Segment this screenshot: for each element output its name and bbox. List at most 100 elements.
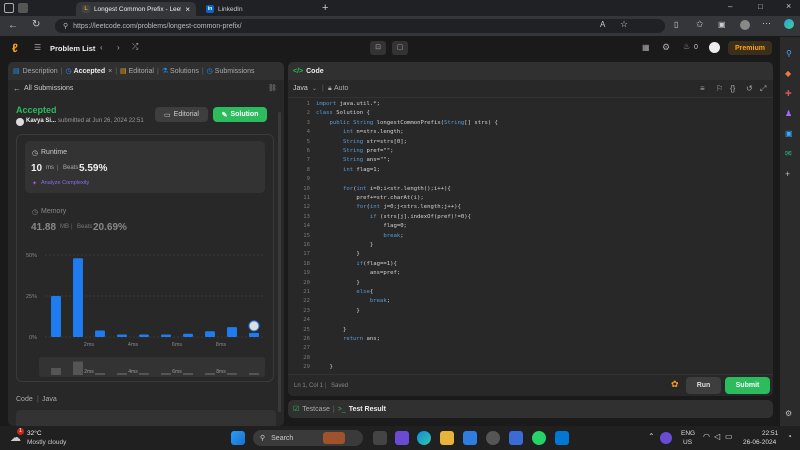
- tab-accepted[interactable]: Accepted: [74, 68, 106, 75]
- sidebar-settings-icon[interactable]: ⚙: [785, 409, 792, 418]
- fullscreen-icon[interactable]: ⤢: [760, 84, 766, 94]
- analyze-complexity-link[interactable]: Analyze Complexity: [41, 180, 89, 186]
- store-icon[interactable]: [463, 431, 477, 445]
- code-editor[interactable]: 1 import java.util.*; 2 class Solution {3 p…: [288, 100, 773, 372]
- notes-icon[interactable]: ▢: [392, 41, 408, 55]
- code-line[interactable]: 17 }: [288, 250, 773, 259]
- region-indicator[interactable]: US: [683, 439, 692, 446]
- chart-bar[interactable]: [249, 332, 259, 337]
- code-line[interactable]: 27: [288, 344, 773, 353]
- tab-actions-icon[interactable]: [4, 3, 14, 13]
- url-field[interactable]: ⚲ https://leetcode.com/problems/longest-…: [55, 19, 665, 33]
- tab-test-result[interactable]: Test Result: [349, 406, 386, 413]
- search-icon[interactable]: ⚲: [786, 49, 792, 58]
- games-icon[interactable]: ♟: [785, 109, 792, 118]
- more-menu-icon[interactable]: ⋯: [762, 18, 771, 29]
- your-submission-marker[interactable]: [248, 320, 260, 332]
- scrollbar[interactable]: [278, 112, 281, 412]
- panel-splitter[interactable]: [285, 62, 287, 426]
- run-button[interactable]: Run: [686, 377, 721, 394]
- tab-linkedin[interactable]: in LinkedIn: [200, 2, 310, 16]
- code-line[interactable]: 11 pref+=str.charAt(i);: [288, 194, 773, 203]
- editorial-button[interactable]: ▭ Editorial: [155, 107, 208, 122]
- code-line[interactable]: 29 }: [288, 363, 773, 372]
- premium-button[interactable]: Premium: [728, 41, 772, 55]
- chevron-up-icon[interactable]: ⌃: [648, 432, 655, 441]
- close-window-button[interactable]: ×: [786, 1, 791, 11]
- code-line[interactable]: 23 }: [288, 307, 773, 316]
- code-line[interactable]: 21 else{: [288, 288, 773, 297]
- settings-app-icon[interactable]: [486, 431, 500, 445]
- back-arrow-icon[interactable]: ←: [8, 20, 18, 31]
- code-line[interactable]: 24: [288, 316, 773, 325]
- site-info-icon[interactable]: ⚲: [63, 22, 68, 30]
- code-line[interactable]: 15 break;: [288, 232, 773, 241]
- windows-start-icon[interactable]: [231, 431, 245, 445]
- office-icon[interactable]: ▣: [785, 129, 793, 138]
- problem-list-link[interactable]: Problem List: [50, 44, 95, 53]
- reset-icon[interactable]: ↺: [746, 84, 753, 93]
- tab-editorial[interactable]: Editorial: [129, 68, 154, 75]
- shuffle-icon[interactable]: ⤮: [132, 42, 138, 52]
- chart-bar[interactable]: [117, 334, 127, 337]
- tab-close-icon[interactable]: ×: [185, 5, 190, 14]
- clock-date[interactable]: 26-06-2024: [743, 439, 776, 446]
- notification-bell-icon[interactable]: ◔: [787, 432, 792, 441]
- tray-app-icon[interactable]: [660, 432, 672, 444]
- code-line[interactable]: 10 for(int i=0;i<str.length();i++){: [288, 185, 773, 194]
- debug-bug-icon[interactable]: ✿: [671, 379, 679, 390]
- code-line[interactable]: 7 String ans="";: [288, 156, 773, 165]
- tools-icon[interactable]: ✚: [785, 89, 792, 98]
- chart-bar[interactable]: [205, 331, 215, 337]
- chart-bar[interactable]: [73, 258, 83, 337]
- next-problem-icon[interactable]: ›: [117, 43, 120, 52]
- code-line[interactable]: 12 for(int j=0;j<strs.length;j++){: [288, 203, 773, 212]
- language-select[interactable]: Java: [293, 85, 308, 92]
- code-line[interactable]: 4 int n=strs.length;: [288, 128, 773, 137]
- leetcode-logo-icon[interactable]: ℓ: [12, 41, 18, 55]
- favorite-star-icon[interactable]: ☆: [620, 19, 628, 30]
- code-line[interactable]: 9: [288, 175, 773, 184]
- code-line[interactable]: 2 class Solution {: [288, 109, 773, 118]
- settings-gear-icon[interactable]: ⚙: [662, 42, 670, 53]
- tab-solutions[interactable]: Solutions: [170, 68, 199, 75]
- braces-icon[interactable]: {}: [730, 84, 735, 93]
- tab-leetcode[interactable]: L Longest Common Prefix - LeetCo ×: [76, 2, 196, 16]
- auto-mode[interactable]: Auto: [334, 85, 348, 92]
- meet-icon[interactable]: [395, 431, 409, 445]
- submit-button[interactable]: Submit: [725, 377, 770, 394]
- chart-bar[interactable]: [51, 296, 61, 337]
- shopping-icon[interactable]: ◆: [785, 69, 791, 78]
- code-line[interactable]: 25 }: [288, 326, 773, 335]
- solution-button[interactable]: ✎ Solution: [213, 107, 267, 122]
- refresh-icon[interactable]: ↻: [32, 19, 40, 30]
- code-line[interactable]: 8 int flag=1;: [288, 166, 773, 175]
- tab-close-icon[interactable]: ×: [108, 68, 112, 75]
- chart-bar[interactable]: [139, 334, 149, 337]
- layout-icon[interactable]: ▦: [642, 43, 650, 52]
- code-line[interactable]: 13 if (strs[j].indexOf(pref)!=0){: [288, 213, 773, 222]
- edge-icon[interactable]: [417, 431, 431, 445]
- new-tab-button[interactable]: +: [322, 2, 328, 14]
- code-line[interactable]: 16 }: [288, 241, 773, 250]
- battery-icon[interactable]: ▭: [725, 432, 733, 441]
- code-line[interactable]: 20 }: [288, 279, 773, 288]
- copilot-icon[interactable]: [784, 19, 794, 29]
- add-icon[interactable]: +: [785, 169, 790, 179]
- language-indicator[interactable]: ENG: [681, 430, 695, 437]
- volume-icon[interactable]: ◁: [714, 432, 720, 441]
- workspaces-icon[interactable]: [18, 3, 28, 13]
- code-line[interactable]: 1 import java.util.*;: [288, 100, 773, 109]
- maximize-button[interactable]: □: [758, 2, 763, 11]
- code-line[interactable]: 18 if(flag==1){: [288, 260, 773, 269]
- user-avatar[interactable]: [709, 42, 720, 53]
- read-aloud-icon[interactable]: A: [600, 20, 605, 29]
- whatsapp-icon[interactable]: [532, 431, 546, 445]
- code-line[interactable]: 19 ans=pref;: [288, 269, 773, 278]
- collections-icon[interactable]: ▣: [718, 20, 726, 29]
- bookmark-icon[interactable]: ⚐: [716, 84, 723, 93]
- code-tab[interactable]: Code: [306, 68, 324, 75]
- debug-icon[interactable]: ⊡: [370, 41, 386, 55]
- chart-bar[interactable]: [95, 330, 105, 337]
- vscode-icon[interactable]: [555, 431, 569, 445]
